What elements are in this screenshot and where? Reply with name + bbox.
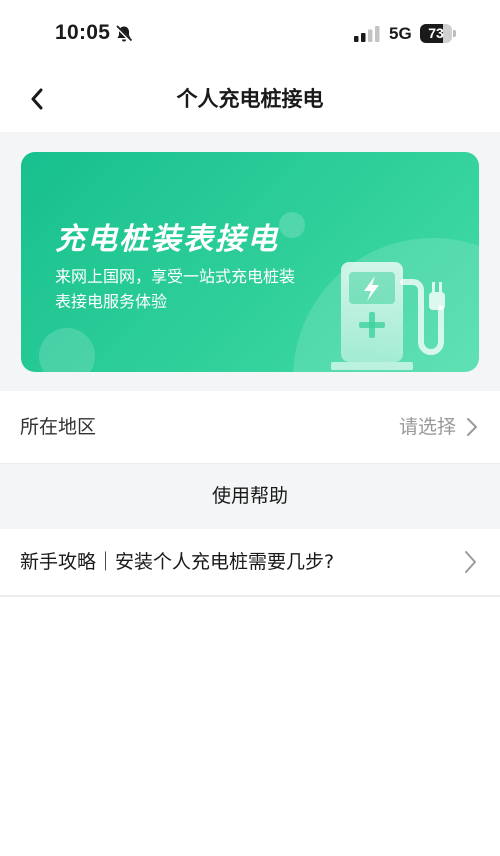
- decor-circle: [39, 328, 95, 372]
- divider: [0, 595, 500, 597]
- banner-area: 充电桩装表接电 来网上国网，享受一站式充电桩装表接电服务体验: [0, 132, 500, 391]
- status-bar: 10:05 5G 73: [0, 0, 500, 66]
- signal-icon: [354, 26, 380, 42]
- guide-item-label: 新手攻略｜安装个人充电桩需要几步?: [20, 551, 335, 573]
- status-time: 10:05: [55, 21, 111, 44]
- banner-subtitle: 来网上国网，享受一站式充电桩装表接电服务体验: [55, 267, 296, 311]
- battery-level: 73: [428, 25, 444, 41]
- region-placeholder: 请选择: [398, 416, 456, 438]
- chevron-right-icon: [465, 551, 476, 573]
- help-section-header: 使用帮助: [0, 464, 500, 529]
- ev-charger-icon: [331, 262, 445, 370]
- decor-circle: [279, 212, 305, 238]
- battery-indicator: 73: [420, 24, 456, 43]
- bell-muted-icon: [115, 25, 133, 43]
- promo-banner[interactable]: 充电桩装表接电 来网上国网，享受一站式充电桩装表接电服务体验: [21, 152, 479, 372]
- banner-title: 充电桩装表接电: [55, 222, 279, 257]
- network-label: 5G: [389, 24, 412, 43]
- page-title: 个人充电桩接电: [176, 87, 324, 111]
- region-select-row[interactable]: 所在地区 请选择: [0, 391, 500, 463]
- help-section-title: 使用帮助: [211, 485, 288, 507]
- back-button[interactable]: [18, 80, 56, 118]
- chevron-right-icon: [467, 418, 477, 436]
- region-label: 所在地区: [20, 416, 97, 438]
- nav-bar: 个人充电桩接电: [0, 66, 500, 132]
- list-item[interactable]: 新手攻略｜安装个人充电桩需要几步?: [0, 529, 500, 595]
- chevron-left-icon: [31, 88, 43, 110]
